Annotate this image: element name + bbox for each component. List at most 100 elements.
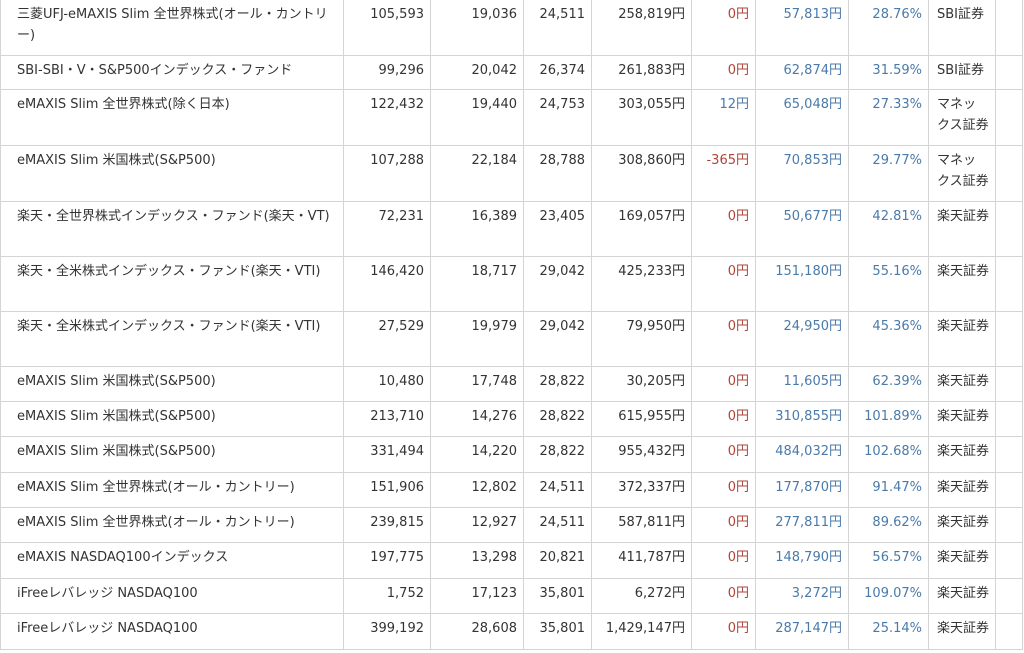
empty-cell [995, 366, 1023, 402]
units-cell: 10,480 [343, 366, 431, 402]
purchase-price-cell: 19,440 [430, 89, 524, 146]
gain-rate-cell: 55.16% [848, 256, 929, 312]
table-row: eMAXIS Slim 全世界株式(オール・カントリー) 239,815 12,92… [0, 507, 1023, 543]
current-price-cell: 24,753 [523, 89, 592, 146]
units-cell: 99,296 [343, 55, 431, 90]
valuation-cell: 169,057円 [591, 201, 692, 257]
broker-cell: 楽天証券 [928, 201, 996, 257]
empty-cell [995, 55, 1023, 90]
valuation-cell: 303,055円 [591, 89, 692, 146]
table-row: iFreeレバレッジ NASDAQ100 399,192 28,608 35,801 1… [0, 613, 1023, 650]
fund-name-cell: eMAXIS Slim 米国株式(S&P500) [0, 401, 344, 437]
fund-name-cell: 楽天・全世界株式インデックス・ファンド(楽天・VT) [0, 201, 344, 257]
gain-rate-cell: 42.81% [848, 201, 929, 257]
current-price-cell: 28,788 [523, 145, 592, 202]
units-cell: 399,192 [343, 613, 431, 650]
broker-cell: 楽天証券 [928, 507, 996, 543]
units-cell: 146,420 [343, 256, 431, 312]
empty-cell [995, 436, 1023, 473]
valuation-cell: 425,233円 [591, 256, 692, 312]
fund-name-cell: SBI-SBI・V・S&P500インデックス・ファンド [0, 55, 344, 90]
empty-cell [995, 311, 1023, 367]
purchase-price-cell: 17,123 [430, 578, 524, 614]
current-price-cell: 29,042 [523, 311, 592, 367]
current-price-cell: 20,821 [523, 542, 592, 579]
gain-rate-cell: 101.89% [848, 401, 929, 437]
table-row: 楽天・全世界株式インデックス・ファンド(楽天・VT) 72,231 16,389 23… [0, 201, 1023, 257]
gain-cell: 65,048円 [755, 89, 849, 146]
fee-cell: 0円 [691, 311, 756, 367]
fee-cell: -365円 [691, 145, 756, 202]
table-row: SBI-SBI・V・S&P500インデックス・ファンド 99,296 20,042 2… [0, 55, 1023, 90]
fee-cell: 0円 [691, 472, 756, 508]
gain-rate-cell: 109.07% [848, 578, 929, 614]
current-price-cell: 28,822 [523, 366, 592, 402]
empty-cell [995, 145, 1023, 202]
table-row: 楽天・全米株式インデックス・ファンド(楽天・VTI) 27,529 19,979 29… [0, 311, 1023, 367]
broker-cell: 楽天証券 [928, 256, 996, 312]
holdings-table-container: 三菱UFJ-eMAXIS Slim 全世界株式(オール・カントリー) 105,59… [0, 0, 1024, 653]
gain-cell: 57,813円 [755, 0, 849, 56]
broker-cell: SBI証券 [928, 55, 996, 90]
gain-cell: 50,677円 [755, 201, 849, 257]
fund-name-cell: eMAXIS Slim 全世界株式(除く日本) [0, 89, 344, 146]
gain-rate-cell: 25.14% [848, 613, 929, 650]
gain-cell: 484,032円 [755, 436, 849, 473]
gain-cell: 277,811円 [755, 507, 849, 543]
holdings-table-body: 三菱UFJ-eMAXIS Slim 全世界株式(オール・カントリー) 105,59… [0, 0, 1023, 650]
gain-rate-cell: 27.33% [848, 89, 929, 146]
empty-cell [995, 613, 1023, 650]
empty-cell [995, 472, 1023, 508]
fee-cell: 12円 [691, 89, 756, 146]
broker-cell: マネックス証券 [928, 89, 996, 146]
gain-rate-cell: 31.59% [848, 55, 929, 90]
valuation-cell: 587,811円 [591, 507, 692, 543]
empty-cell [995, 201, 1023, 257]
fund-name-cell: 楽天・全米株式インデックス・ファンド(楽天・VTI) [0, 256, 344, 312]
fee-cell: 0円 [691, 55, 756, 90]
broker-cell: マネックス証券 [928, 145, 996, 202]
empty-cell [995, 0, 1023, 56]
fund-name-cell: iFreeレバレッジ NASDAQ100 [0, 578, 344, 614]
empty-cell [995, 542, 1023, 579]
valuation-cell: 6,272円 [591, 578, 692, 614]
units-cell: 72,231 [343, 201, 431, 257]
gain-rate-cell: 29.77% [848, 145, 929, 202]
fee-cell: 0円 [691, 578, 756, 614]
gain-cell: 177,870円 [755, 472, 849, 508]
empty-cell [995, 256, 1023, 312]
table-row: 三菱UFJ-eMAXIS Slim 全世界株式(オール・カントリー) 105,59… [0, 0, 1023, 56]
purchase-price-cell: 18,717 [430, 256, 524, 312]
table-row: eMAXIS Slim 米国株式(S&P500) 107,288 22,184 28,… [0, 145, 1023, 202]
fund-name-cell: eMAXIS NASDAQ100インデックス [0, 542, 344, 579]
fee-cell: 0円 [691, 366, 756, 402]
units-cell: 239,815 [343, 507, 431, 543]
broker-cell: 楽天証券 [928, 401, 996, 437]
purchase-price-cell: 19,979 [430, 311, 524, 367]
purchase-price-cell: 28,608 [430, 613, 524, 650]
broker-cell: 楽天証券 [928, 436, 996, 473]
purchase-price-cell: 17,748 [430, 366, 524, 402]
gain-rate-cell: 56.57% [848, 542, 929, 579]
purchase-price-cell: 13,298 [430, 542, 524, 579]
fund-name-cell: 三菱UFJ-eMAXIS Slim 全世界株式(オール・カントリー) [0, 0, 344, 56]
empty-cell [995, 578, 1023, 614]
current-price-cell: 28,822 [523, 436, 592, 473]
gain-cell: 24,950円 [755, 311, 849, 367]
valuation-cell: 79,950円 [591, 311, 692, 367]
valuation-cell: 955,432円 [591, 436, 692, 473]
broker-cell: SBI証券 [928, 0, 996, 56]
valuation-cell: 372,337円 [591, 472, 692, 508]
empty-cell [995, 89, 1023, 146]
units-cell: 151,906 [343, 472, 431, 508]
purchase-price-cell: 19,036 [430, 0, 524, 56]
fee-cell: 0円 [691, 613, 756, 650]
broker-cell: 楽天証券 [928, 311, 996, 367]
fund-name-cell: eMAXIS Slim 全世界株式(オール・カントリー) [0, 472, 344, 508]
purchase-price-cell: 22,184 [430, 145, 524, 202]
current-price-cell: 28,822 [523, 401, 592, 437]
purchase-price-cell: 12,927 [430, 507, 524, 543]
purchase-price-cell: 14,276 [430, 401, 524, 437]
broker-cell: 楽天証券 [928, 542, 996, 579]
broker-cell: 楽天証券 [928, 613, 996, 650]
